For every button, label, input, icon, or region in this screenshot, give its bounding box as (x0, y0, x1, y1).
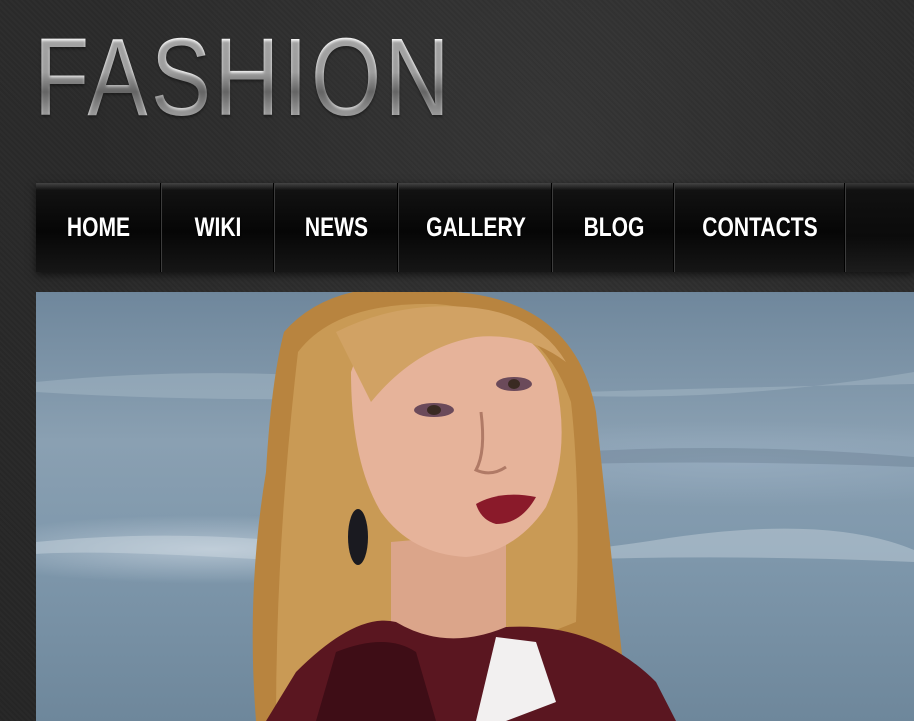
nav-item-blog[interactable]: BLOG (553, 183, 675, 272)
hero-image (36, 292, 914, 721)
nav-item-label: HOME (66, 212, 131, 242)
nav-item-label: GALLERY (425, 212, 526, 242)
page: FASHION HOME WIKI NEWS GALLERY BLOG CONT… (0, 0, 914, 721)
nav-item-wiki[interactable]: WIKI (162, 183, 275, 272)
nav-item-contacts[interactable]: CONTACTS (675, 183, 846, 272)
nav-item-label: NEWS (304, 212, 369, 242)
main-nav: HOME WIKI NEWS GALLERY BLOG CONTACTS (36, 183, 914, 272)
nav-item-home[interactable]: HOME (36, 183, 162, 272)
nav-item-news[interactable]: NEWS (275, 183, 399, 272)
nav-item-label: BLOG (583, 212, 644, 242)
site-logo[interactable]: FASHION (34, 20, 453, 136)
nav-item-label: WIKI (194, 212, 242, 242)
nav-item-gallery[interactable]: GALLERY (399, 183, 553, 272)
model-portrait (36, 292, 914, 721)
nav-filler (846, 183, 914, 272)
nav-item-label: CONTACTS (702, 212, 818, 242)
